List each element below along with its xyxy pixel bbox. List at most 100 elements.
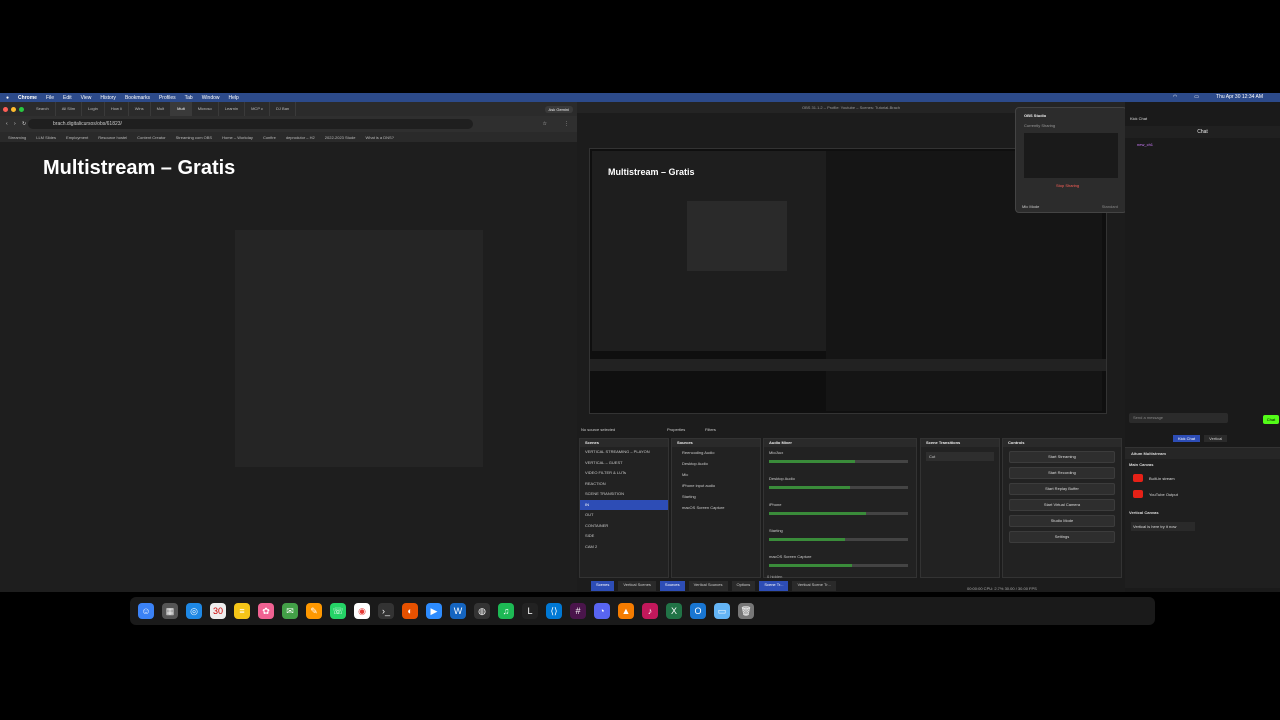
vertical-note[interactable]: Vertical is here try it now — [1131, 522, 1195, 531]
bookmark-item[interactable]: Streaming com OBS — [176, 135, 212, 140]
start-streaming-button[interactable]: Start Streaming — [1009, 451, 1115, 463]
bookmark-star-icon[interactable]: ☆ — [543, 121, 547, 127]
tab-wins[interactable]: Wins — [129, 102, 151, 116]
back-icon[interactable]: ‹ — [6, 121, 8, 127]
apple-icon[interactable]: ● — [6, 95, 9, 101]
calendar-icon[interactable]: 30 — [210, 603, 226, 619]
scene-item[interactable]: OUT — [580, 510, 668, 521]
properties-button[interactable]: Properties — [667, 427, 685, 432]
tab-vertical-scenes[interactable]: Vertical Scenes — [618, 581, 656, 591]
messages-icon[interactable]: ✉ — [282, 603, 298, 619]
finder-icon[interactable]: ☺ — [138, 603, 154, 619]
tab-dj[interactable]: DJ Ban — [270, 102, 297, 116]
whatsapp-icon[interactable]: ☏ — [330, 603, 346, 619]
firefox-icon[interactable]: ◐ — [402, 603, 418, 619]
source-item[interactable]: Mic — [672, 469, 760, 480]
chrome-menu-icon[interactable]: ⋮ — [564, 121, 569, 127]
scene-item[interactable]: VERTICAL – GUEST — [580, 458, 668, 469]
menu-history[interactable]: History — [100, 95, 116, 101]
launchpad-icon[interactable]: ▦ — [162, 603, 178, 619]
tab-vertical-chat[interactable]: Vertical — [1204, 435, 1228, 442]
settings-button[interactable]: Settings — [1009, 531, 1115, 543]
bookmark-item[interactable]: LLM Slides — [36, 135, 56, 140]
terminal-icon[interactable]: ›_ — [378, 603, 394, 619]
menu-window[interactable]: Window — [202, 95, 220, 101]
volume-slider[interactable] — [769, 512, 908, 515]
notes-icon[interactable]: ≡ — [234, 603, 250, 619]
menu-profiles[interactable]: Profiles — [159, 95, 176, 101]
vlc-icon[interactable]: ▲ — [618, 603, 634, 619]
live-icon[interactable]: L — [522, 603, 538, 619]
tab-mult-1[interactable]: Mult — [151, 102, 172, 116]
volume-slider[interactable] — [769, 538, 908, 541]
folder-icon[interactable]: ▭ — [714, 603, 730, 619]
tab-search[interactable]: Search — [30, 102, 56, 116]
tab-all-slim[interactable]: All Slim — [56, 102, 83, 116]
menu-clock[interactable]: Thu Apr 30 12:34 AM — [1216, 94, 1263, 100]
tab-sources[interactable]: Sources — [659, 581, 685, 591]
bookmark-item[interactable]: Employment — [66, 135, 88, 140]
trash-icon[interactable]: 🗑 — [738, 603, 754, 619]
bookmark-item[interactable]: 2022-2023 Stude — [325, 135, 356, 140]
chrome-icon[interactable]: ◉ — [354, 603, 370, 619]
tab-kick-chat[interactable]: Kick Chat — [1173, 435, 1201, 442]
scene-item[interactable]: CONTAINER — [580, 521, 668, 532]
volume-slider[interactable] — [769, 460, 908, 463]
sketch-icon[interactable]: ✎ — [306, 603, 322, 619]
tab-scenes[interactable]: Scenes — [591, 581, 615, 591]
source-item[interactable]: Reencoding Audio — [672, 447, 760, 458]
tab-mcp[interactable]: MCP c — [245, 102, 271, 116]
volume-slider[interactable] — [769, 564, 908, 567]
source-item[interactable]: iPhone input audio — [672, 480, 760, 491]
menu-bookmarks[interactable]: Bookmarks — [125, 95, 150, 101]
menu-tab[interactable]: Tab — [185, 95, 193, 101]
obs-icon[interactable]: ◍ — [474, 603, 490, 619]
tab-how[interactable]: How li — [105, 102, 129, 116]
tab-learning[interactable]: Learnin — [219, 102, 246, 116]
ask-gemini-button[interactable]: Ask Gemini — [544, 105, 573, 113]
minimize-window-icon[interactable] — [11, 106, 16, 112]
bookmark-item[interactable]: Confire — [263, 135, 276, 140]
source-item[interactable]: Desktop Audio — [672, 458, 760, 469]
tab-vertical-sources[interactable]: Vertical Sources — [688, 581, 728, 591]
zoom-window-icon[interactable] — [19, 106, 24, 112]
start-virtual-camera-button[interactable]: Start Virtual Camera — [1009, 499, 1115, 511]
zoom-icon[interactable]: ▶ — [426, 603, 442, 619]
volume-slider[interactable] — [769, 486, 908, 489]
photos-icon[interactable]: ✿ — [258, 603, 274, 619]
kick-chat-tab[interactable]: Kick Chat — [1130, 116, 1147, 121]
tab-vertical-scene-transitions[interactable]: Vertical Scene Tr... — [792, 581, 836, 591]
stop-sharing-button[interactable]: Stop Sharing — [1016, 183, 1126, 188]
tab-mult-active[interactable]: Mult — [171, 102, 192, 116]
safari-icon[interactable]: ◎ — [186, 603, 202, 619]
outlook-icon[interactable]: O — [690, 603, 706, 619]
scene-item[interactable]: REACTION — [580, 479, 668, 490]
bookmark-item[interactable]: What is a DNS? — [365, 135, 393, 140]
filters-button[interactable]: Filters — [705, 427, 716, 432]
scene-item[interactable]: VERTICAL STREAMING – PLAYON — [580, 447, 668, 458]
vscode-icon[interactable]: ⟨⟩ — [546, 603, 562, 619]
scene-item[interactable]: CAM 2 — [580, 542, 668, 553]
music-icon[interactable]: ♪ — [642, 603, 658, 619]
source-item[interactable]: macOS Screen Capture — [672, 502, 760, 513]
spotify-icon[interactable]: ♫ — [498, 603, 514, 619]
bookmark-item[interactable]: Content Creator — [137, 135, 165, 140]
studio-mode-button[interactable]: Studio Mode — [1009, 515, 1115, 527]
chat-send-button[interactable]: Chat — [1263, 415, 1279, 424]
menu-help[interactable]: Help — [229, 95, 239, 101]
address-bar[interactable]: brach.digitalicursos/obs/61823/ — [28, 119, 473, 129]
menu-edit[interactable]: Edit — [63, 95, 72, 101]
start-recording-button[interactable]: Start Recording — [1009, 467, 1115, 479]
menu-file[interactable]: File — [46, 95, 54, 101]
scene-item[interactable]: VIDEO FILTER & LUTs — [580, 468, 668, 479]
start-replay-buffer-button[interactable]: Start Replay Buffer — [1009, 483, 1115, 495]
wifi-icon[interactable]: ◠ — [1173, 94, 1177, 100]
tab-options[interactable]: Options — [731, 581, 756, 591]
scene-item[interactable]: SIDE — [580, 531, 668, 542]
tab-login[interactable]: Login — [82, 102, 105, 116]
bookmark-item[interactable]: Resource hostel — [98, 135, 127, 140]
mic-mode-value[interactable]: Standard — [1102, 204, 1118, 209]
menu-view[interactable]: View — [81, 95, 92, 101]
scene-item-selected[interactable]: IN — [580, 499, 668, 510]
excel-icon[interactable]: X — [666, 603, 682, 619]
